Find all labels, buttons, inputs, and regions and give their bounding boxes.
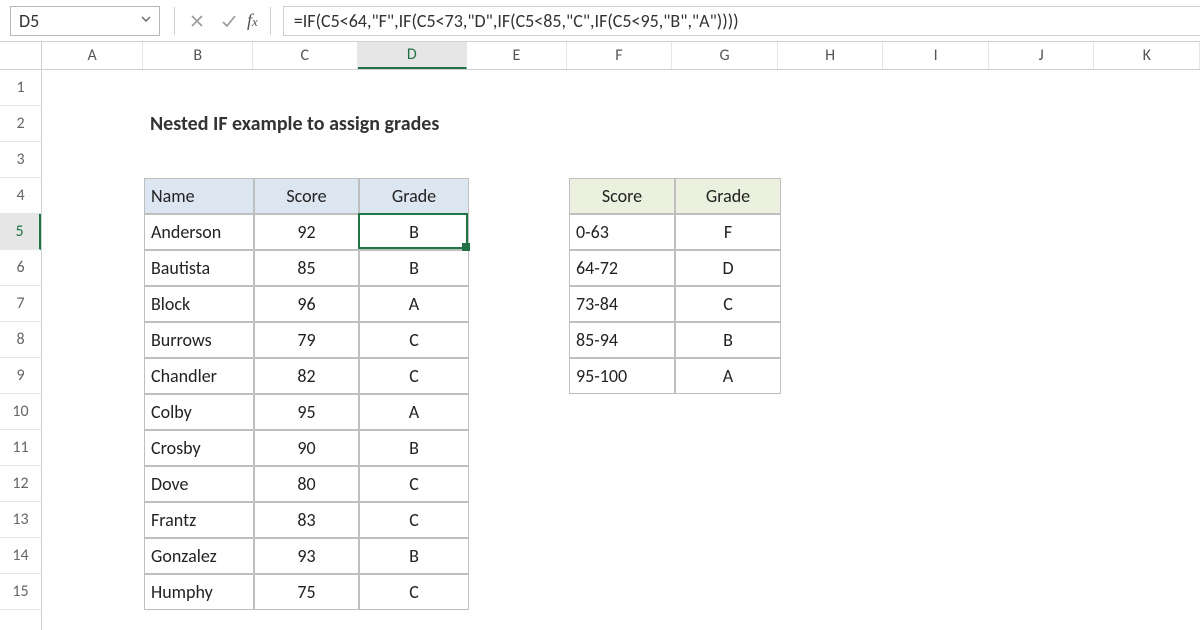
main-grade-14[interactable]: B xyxy=(359,538,469,574)
column-header-I[interactable]: I xyxy=(883,42,989,69)
lookup-grade-7[interactable]: C xyxy=(675,286,781,322)
lookup-header-score[interactable]: Score xyxy=(569,178,675,214)
main-name-11[interactable]: Crosby xyxy=(144,430,254,466)
main-grade-11[interactable]: B xyxy=(359,430,469,466)
main-score-6[interactable]: 85 xyxy=(254,250,359,286)
main-grade-13[interactable]: C xyxy=(359,502,469,538)
main-grade-7[interactable]: A xyxy=(359,286,469,322)
lookup-score-8[interactable]: 85-94 xyxy=(569,322,675,358)
row-header-7[interactable]: 7 xyxy=(0,286,41,322)
row-header-12[interactable]: 12 xyxy=(0,466,41,502)
column-header-row: ABCDEFGHIJK xyxy=(0,42,1200,70)
row-header-9[interactable]: 9 xyxy=(0,358,41,394)
lookup-score-9[interactable]: 95-100 xyxy=(569,358,675,394)
lookup-header-grade[interactable]: Grade xyxy=(675,178,781,214)
formula-input[interactable]: =IF(C5<64,"F",IF(C5<73,"D",IF(C5<85,"C",… xyxy=(283,6,1200,36)
lookup-score-6[interactable]: 64-72 xyxy=(569,250,675,286)
row-header-11[interactable]: 11 xyxy=(0,430,41,466)
column-header-J[interactable]: J xyxy=(989,42,1095,69)
divider xyxy=(270,7,271,35)
main-score-7[interactable]: 96 xyxy=(254,286,359,322)
main-grade-10[interactable]: A xyxy=(359,394,469,430)
main-grade-9[interactable]: C xyxy=(359,358,469,394)
main-score-9[interactable]: 82 xyxy=(254,358,359,394)
column-header-K[interactable]: K xyxy=(1094,42,1200,69)
main-score-8[interactable]: 79 xyxy=(254,322,359,358)
row-header-10[interactable]: 10 xyxy=(0,394,41,430)
main-name-7[interactable]: Block xyxy=(144,286,254,322)
column-header-A[interactable]: A xyxy=(42,42,144,69)
formula-bar: D5 fx =IF(C5<64,"F",IF(C5<73,"D",IF(C5<8… xyxy=(0,0,1200,42)
name-box[interactable]: D5 xyxy=(10,6,160,36)
name-box-value: D5 xyxy=(19,10,39,32)
lookup-score-7[interactable]: 73-84 xyxy=(569,286,675,322)
main-name-10[interactable]: Colby xyxy=(144,394,254,430)
main-name-15[interactable]: Humphy xyxy=(144,574,254,610)
column-header-B[interactable]: B xyxy=(143,42,253,69)
main-score-12[interactable]: 80 xyxy=(254,466,359,502)
cancel-icon[interactable] xyxy=(183,7,211,35)
column-header-C[interactable]: C xyxy=(253,42,358,69)
main-name-12[interactable]: Dove xyxy=(144,466,254,502)
main-score-13[interactable]: 83 xyxy=(254,502,359,538)
grid-body: 123456789101112131415 Nested IF example … xyxy=(0,70,1200,630)
cells-canvas[interactable]: Nested IF example to assign gradesNameSc… xyxy=(42,70,1200,630)
enter-icon[interactable] xyxy=(215,7,243,35)
column-header-E[interactable]: E xyxy=(467,42,567,69)
divider xyxy=(174,7,175,35)
lookup-grade-8[interactable]: B xyxy=(675,322,781,358)
row-header-15[interactable]: 15 xyxy=(0,574,41,610)
row-header-2[interactable]: 2 xyxy=(0,106,41,142)
formula-text: =IF(C5<64,"F",IF(C5<73,"D",IF(C5<85,"C",… xyxy=(294,10,739,32)
main-header-name[interactable]: Name xyxy=(144,178,254,214)
main-grade-15[interactable]: C xyxy=(359,574,469,610)
row-header-3[interactable]: 3 xyxy=(0,142,41,178)
main-name-14[interactable]: Gonzalez xyxy=(144,538,254,574)
main-grade-6[interactable]: B xyxy=(359,250,469,286)
main-name-13[interactable]: Frantz xyxy=(144,502,254,538)
main-score-11[interactable]: 90 xyxy=(254,430,359,466)
main-grade-5[interactable]: B xyxy=(359,214,469,250)
main-name-6[interactable]: Bautista xyxy=(144,250,254,286)
main-header-grade[interactable]: Grade xyxy=(359,178,469,214)
chevron-down-icon[interactable] xyxy=(141,14,151,28)
main-name-5[interactable]: Anderson xyxy=(144,214,254,250)
lookup-grade-9[interactable]: A xyxy=(675,358,781,394)
row-header-13[interactable]: 13 xyxy=(0,502,41,538)
column-header-D[interactable]: D xyxy=(358,42,468,69)
lookup-score-5[interactable]: 0-63 xyxy=(569,214,675,250)
fx-icon[interactable]: fx xyxy=(247,10,258,31)
row-header-1[interactable]: 1 xyxy=(0,70,41,106)
main-header-score[interactable]: Score xyxy=(254,178,359,214)
row-header-5[interactable]: 5 xyxy=(0,214,41,250)
row-header-4[interactable]: 4 xyxy=(0,178,41,214)
row-header-col: 123456789101112131415 xyxy=(0,70,42,630)
row-header-6[interactable]: 6 xyxy=(0,250,41,286)
main-score-5[interactable]: 92 xyxy=(254,214,359,250)
lookup-grade-5[interactable]: F xyxy=(675,214,781,250)
main-score-10[interactable]: 95 xyxy=(254,394,359,430)
main-name-8[interactable]: Burrows xyxy=(144,322,254,358)
column-header-F[interactable]: F xyxy=(567,42,673,69)
main-score-15[interactable]: 75 xyxy=(254,574,359,610)
main-score-14[interactable]: 93 xyxy=(254,538,359,574)
main-grade-12[interactable]: C xyxy=(359,466,469,502)
column-header-H[interactable]: H xyxy=(778,42,884,69)
row-header-14[interactable]: 14 xyxy=(0,538,41,574)
main-name-9[interactable]: Chandler xyxy=(144,358,254,394)
select-all-corner[interactable] xyxy=(0,42,42,69)
column-header-G[interactable]: G xyxy=(672,42,778,69)
lookup-grade-6[interactable]: D xyxy=(675,250,781,286)
row-header-8[interactable]: 8 xyxy=(0,322,41,358)
page-title[interactable]: Nested IF example to assign grades xyxy=(144,106,569,142)
main-grade-8[interactable]: C xyxy=(359,322,469,358)
